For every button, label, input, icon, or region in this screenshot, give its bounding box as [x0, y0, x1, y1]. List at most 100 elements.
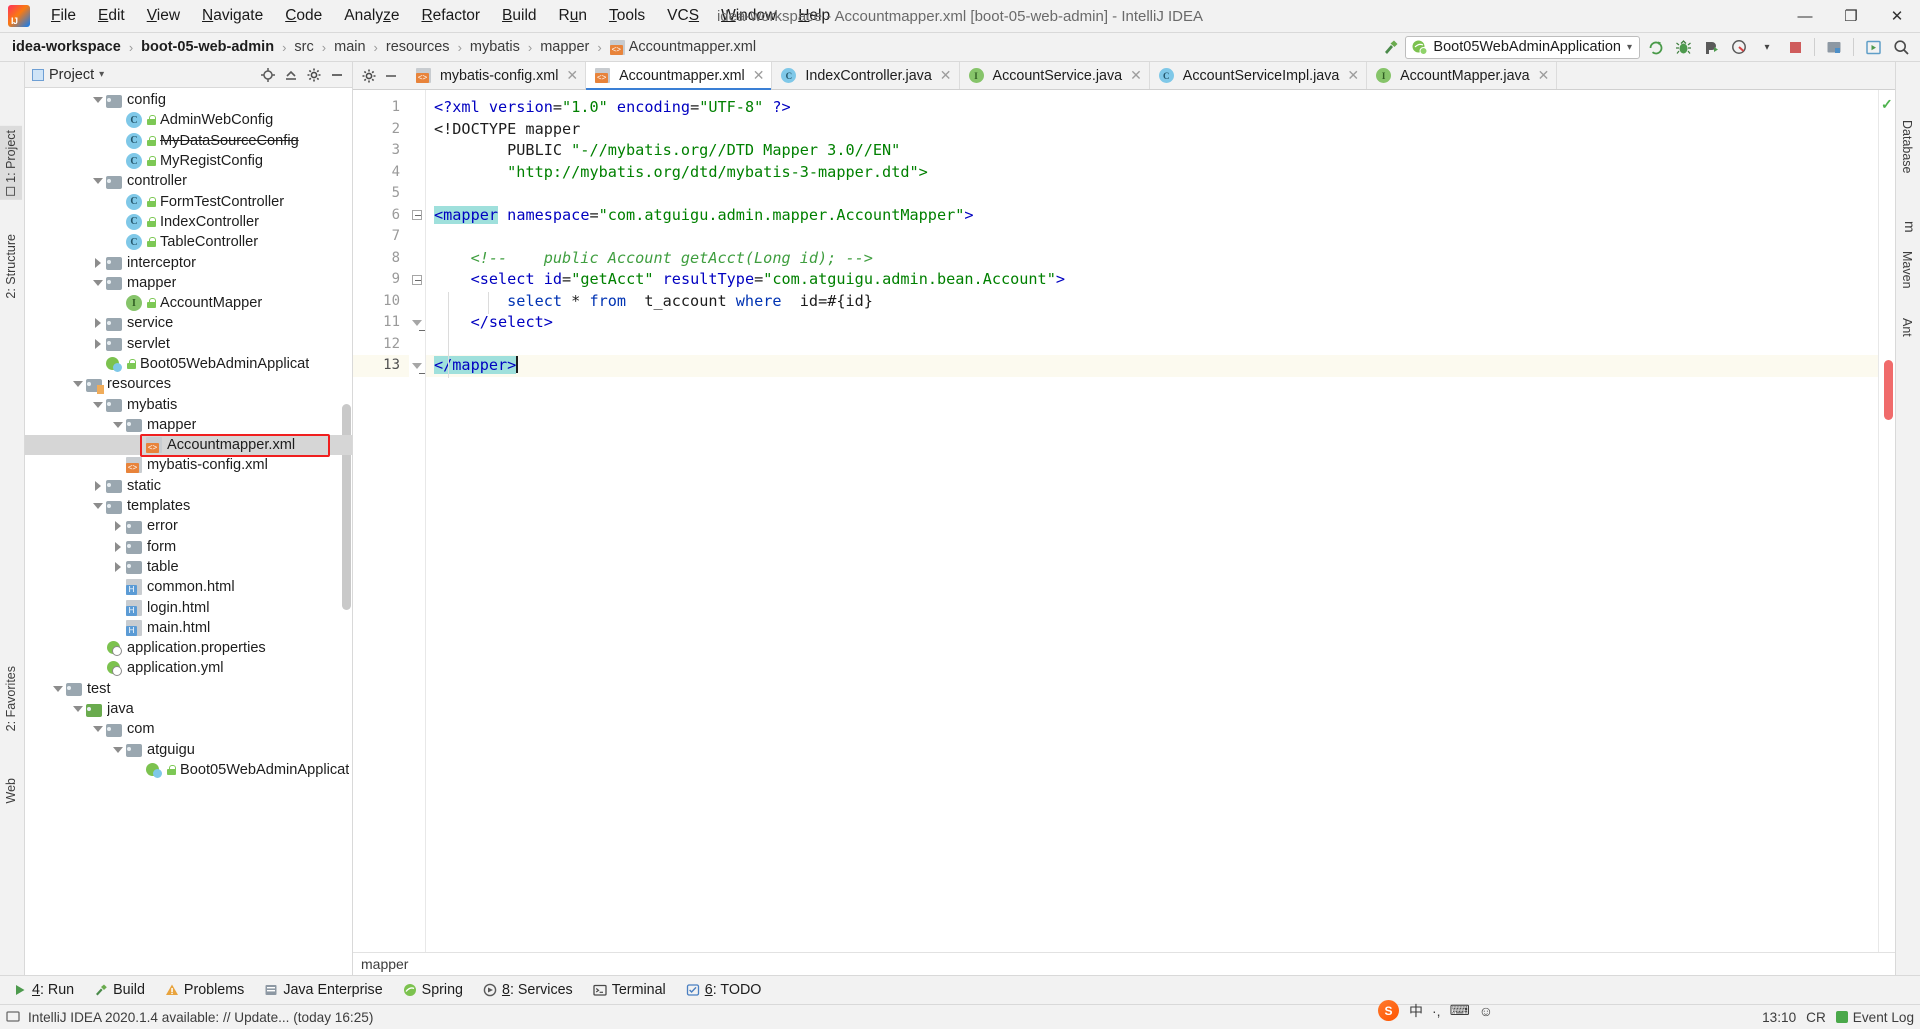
- stop-icon[interactable]: [1782, 35, 1808, 59]
- tool-window-button-spring[interactable]: Spring: [394, 979, 472, 1001]
- menu-item-navigate[interactable]: Navigate: [191, 3, 274, 29]
- chevron-right-icon[interactable]: [111, 560, 125, 574]
- fold-marker-slot[interactable]: [409, 205, 425, 227]
- chevron-down-icon[interactable]: [71, 377, 85, 391]
- code-line[interactable]: </select>: [426, 312, 1878, 334]
- tree-row[interactable]: CTableController: [25, 232, 352, 252]
- chevron-right-icon[interactable]: [111, 519, 125, 533]
- breadcrumb-item-resources[interactable]: resources: [383, 38, 453, 56]
- tree-row[interactable]: IAccountMapper: [25, 293, 352, 313]
- fold-marker-slot[interactable]: [409, 312, 425, 334]
- ime-item[interactable]: ☺: [1479, 1003, 1493, 1019]
- tool-window-button-terminal[interactable]: Terminal: [584, 979, 675, 1001]
- menu-item-help[interactable]: Help: [787, 3, 841, 29]
- tree-row[interactable]: CIndexController: [25, 212, 352, 232]
- breadcrumb-item-main[interactable]: main: [331, 38, 368, 56]
- chevron-down-icon[interactable]: [111, 418, 125, 432]
- tree-row[interactable]: common.html: [25, 577, 352, 597]
- tree-row[interactable]: java: [25, 699, 352, 719]
- tree-row[interactable]: controller: [25, 171, 352, 191]
- fold-marker-slot[interactable]: [409, 183, 425, 205]
- settings-gear-icon[interactable]: [359, 66, 379, 86]
- sidebar-item-web[interactable]: Web: [0, 774, 22, 807]
- sidebar-item-favorites[interactable]: 2: Favorites: [0, 662, 22, 735]
- chevron-right-icon[interactable]: [91, 316, 105, 330]
- code-line[interactable]: <?xml version="1.0" encoding="UTF-8" ?>: [426, 97, 1878, 119]
- tree-row[interactable]: CFormTestController: [25, 191, 352, 211]
- chevron-down-icon[interactable]: [91, 93, 105, 107]
- chevron-right-icon[interactable]: [91, 479, 105, 493]
- menu-item-refactor[interactable]: Refactor: [410, 3, 491, 29]
- run-configuration-selector[interactable]: Boot05WebAdminApplication ▾: [1405, 36, 1640, 59]
- code-line[interactable]: </mapper>: [426, 355, 1878, 377]
- tool-window-button-build[interactable]: Build: [85, 979, 154, 1001]
- editor-scrollbar-thumb[interactable]: [1884, 360, 1893, 420]
- sidebar-item-maven[interactable]: Maven: [1896, 247, 1918, 293]
- close-icon[interactable]: ✕: [1538, 67, 1550, 84]
- chevron-down-icon[interactable]: [91, 398, 105, 412]
- fold-marker-slot[interactable]: [409, 355, 425, 377]
- tree-row[interactable]: Boot05WebAdminApplicat: [25, 354, 352, 374]
- tool-window-button-problems[interactable]: Problems: [156, 979, 253, 1001]
- tree-row[interactable]: error: [25, 516, 352, 536]
- chevron-down-icon[interactable]: [91, 276, 105, 290]
- search-everywhere-icon[interactable]: [1888, 35, 1914, 59]
- ime-item[interactable]: ·,: [1432, 1003, 1441, 1019]
- fold-expand-icon[interactable]: [412, 320, 422, 326]
- fold-collapse-icon[interactable]: [412, 210, 422, 220]
- tree-row[interactable]: table: [25, 557, 352, 577]
- menu-item-run[interactable]: Run: [548, 3, 598, 29]
- fold-expand-icon[interactable]: [412, 363, 422, 369]
- chevron-down-icon[interactable]: ▾: [1754, 35, 1780, 59]
- close-icon[interactable]: ✕: [940, 67, 952, 84]
- code-line[interactable]: <!DOCTYPE mapper: [426, 119, 1878, 141]
- tree-row[interactable]: form: [25, 537, 352, 557]
- code-line[interactable]: [426, 334, 1878, 356]
- code-line[interactable]: [426, 226, 1878, 248]
- chevron-right-icon[interactable]: [91, 256, 105, 270]
- close-icon[interactable]: ✕: [566, 67, 578, 84]
- inspection-ok-icon[interactable]: ✓: [1881, 96, 1893, 113]
- fold-marker-slot[interactable]: [409, 140, 425, 162]
- editor-tab-mybatis-config-xml[interactable]: mybatis-config.xml✕: [407, 62, 586, 89]
- tool-window-button-6-todo[interactable]: 6: TODO: [677, 979, 771, 1001]
- ime-toolbar[interactable]: S 中·,⌨☺: [1378, 1000, 1493, 1021]
- chevron-down-icon[interactable]: [91, 174, 105, 188]
- markup-scrollbar[interactable]: ✓: [1878, 90, 1895, 952]
- run-with-coverage-icon[interactable]: [1698, 35, 1724, 59]
- tree-row-selected[interactable]: Accountmapper.xml: [25, 435, 352, 455]
- tree-row[interactable]: interceptor: [25, 252, 352, 272]
- event-log-button[interactable]: Event Log: [1836, 1010, 1914, 1025]
- project-tree[interactable]: configCAdminWebConfigCMyDataSourceConfig…: [25, 88, 352, 975]
- sidebar-item-structure[interactable]: 2: Structure: [0, 230, 22, 303]
- editor-tab-indexcontroller-java[interactable]: CIndexController.java✕: [772, 62, 959, 89]
- code-line[interactable]: "http://mybatis.org/dtd/mybatis-3-mapper…: [426, 162, 1878, 184]
- code-line[interactable]: <!-- public Account getAcct(Long id); --…: [426, 248, 1878, 270]
- rerun-icon[interactable]: [1642, 35, 1668, 59]
- fold-marker-slot[interactable]: [409, 119, 425, 141]
- breadcrumb-item-accountmapper-xml[interactable]: Accountmapper.xml: [607, 38, 759, 56]
- menu-item-code[interactable]: Code: [274, 3, 333, 29]
- tree-row[interactable]: mybatis: [25, 394, 352, 414]
- sidebar-item-database[interactable]: Database: [1896, 116, 1918, 178]
- build-hammer-icon[interactable]: [1377, 35, 1403, 59]
- tree-row[interactable]: config: [25, 90, 352, 110]
- maven-m-icon[interactable]: m: [1898, 217, 1920, 237]
- tree-row[interactable]: CAdminWebConfig: [25, 110, 352, 130]
- tree-row[interactable]: CMyRegistConfig: [25, 151, 352, 171]
- debug-bug-icon[interactable]: [1670, 35, 1696, 59]
- code-editor[interactable]: 12345678910111213 <?xml version="1.0" en…: [353, 90, 1895, 952]
- tree-row[interactable]: com: [25, 719, 352, 739]
- editor-tab-accountmapper-xml[interactable]: Accountmapper.xml✕: [586, 62, 772, 89]
- tree-row[interactable]: application.properties: [25, 638, 352, 658]
- chevron-right-icon[interactable]: [111, 540, 125, 554]
- tree-row[interactable]: static: [25, 476, 352, 496]
- sidebar-item-project[interactable]: 1: Project: [0, 126, 22, 200]
- fold-marker-slot[interactable]: [409, 334, 425, 356]
- editor-tab-accountservice-java[interactable]: IAccountService.java✕: [960, 62, 1150, 89]
- tree-row[interactable]: resources: [25, 374, 352, 394]
- chevron-down-icon[interactable]: [91, 722, 105, 736]
- ime-item[interactable]: 中: [1409, 1001, 1423, 1021]
- hide-editor-icon[interactable]: [381, 66, 401, 86]
- maximize-button[interactable]: ❐: [1828, 0, 1874, 32]
